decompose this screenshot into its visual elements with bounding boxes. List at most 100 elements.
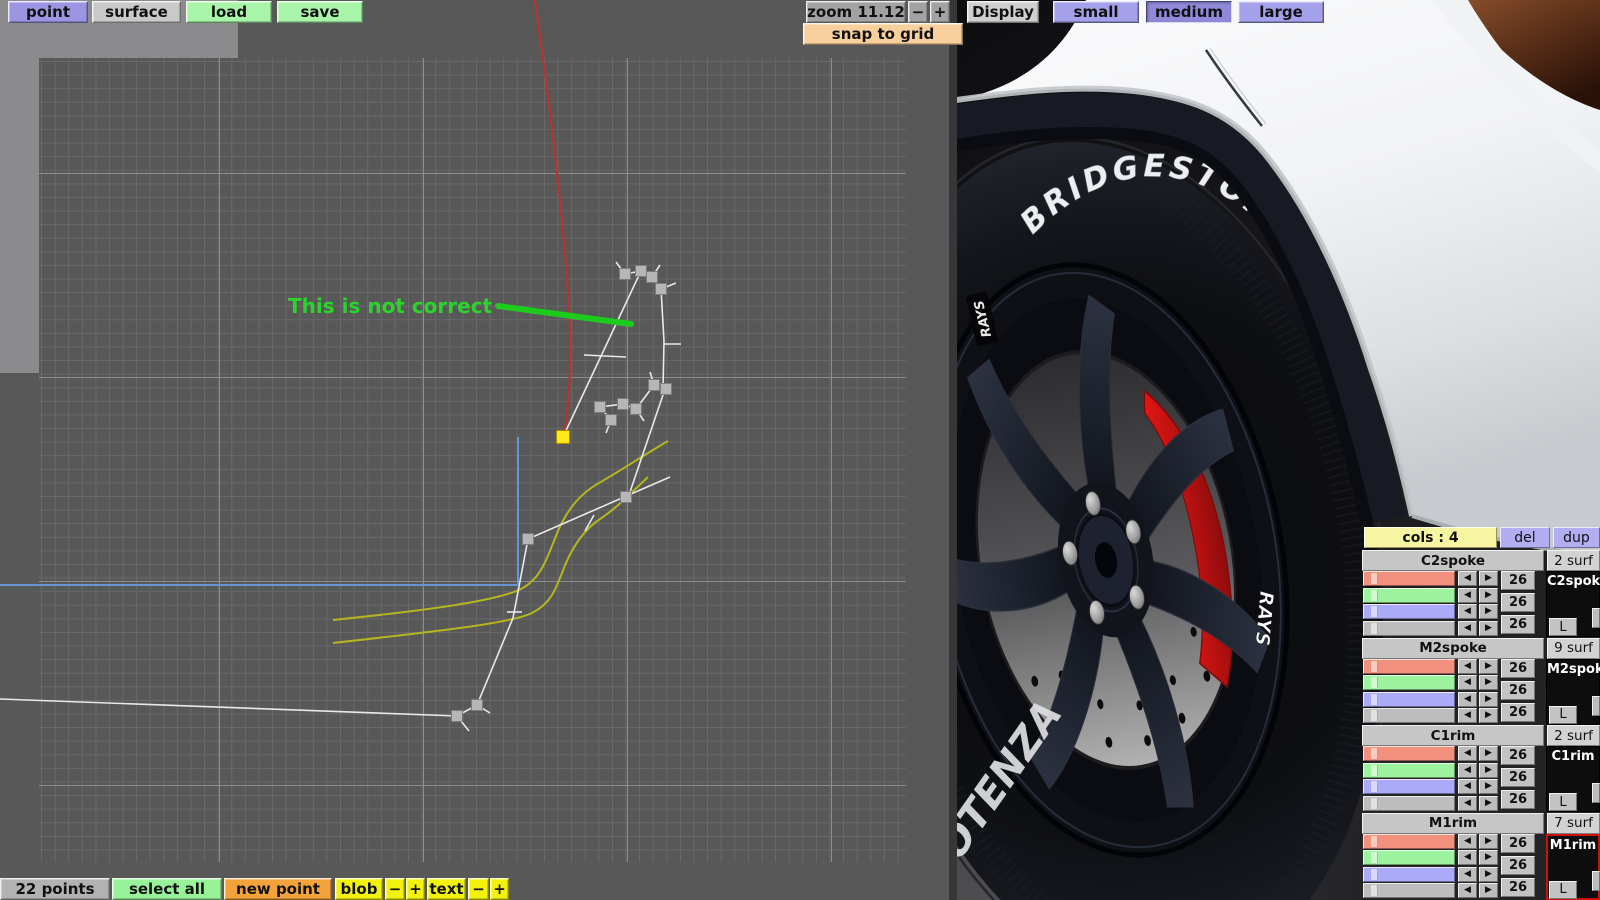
color-slider-2[interactable] <box>1363 779 1455 794</box>
step-right-button[interactable]: ▶ <box>1479 675 1498 690</box>
group-name-C1rim[interactable]: C1rim <box>1362 725 1544 746</box>
edge-button-partial[interactable] <box>1592 695 1600 716</box>
color-slider-2[interactable] <box>1363 866 1455 882</box>
step-left-button[interactable]: ◀ <box>1458 708 1477 723</box>
step-left-button[interactable]: ◀ <box>1458 587 1477 603</box>
group-name-M2spoke[interactable]: M2spoke <box>1362 637 1544 659</box>
step-left-button[interactable]: ◀ <box>1458 675 1477 690</box>
slider-handle[interactable] <box>1371 710 1378 721</box>
color-slider-3[interactable] <box>1363 795 1455 811</box>
value-field[interactable]: 26 <box>1501 593 1535 612</box>
snap-to-grid-button[interactable]: snap to grid <box>803 23 963 45</box>
step-left-button[interactable]: ◀ <box>1458 866 1477 882</box>
color-slider-2[interactable] <box>1363 691 1455 707</box>
editor-canvas[interactable]: This is not correct <box>0 0 949 900</box>
slider-handle[interactable] <box>1371 764 1378 776</box>
value-field[interactable]: 26 <box>1501 877 1535 897</box>
color-slider-1[interactable] <box>1363 762 1455 778</box>
lock-button[interactable]: L <box>1549 880 1577 899</box>
text-button[interactable]: text <box>427 878 466 900</box>
display-size-medium[interactable]: medium <box>1146 1 1232 23</box>
edge-button-partial[interactable] <box>1592 783 1600 803</box>
slider-handle[interactable] <box>1371 589 1378 601</box>
delete-button[interactable]: del <box>1500 527 1550 548</box>
slider-handle[interactable] <box>1371 781 1378 792</box>
step-left-button[interactable]: ◀ <box>1458 691 1477 707</box>
value-field[interactable]: 26 <box>1501 768 1535 787</box>
step-left-button[interactable]: ◀ <box>1458 850 1477 865</box>
value-field[interactable]: 26 <box>1501 833 1535 853</box>
color-slider-0[interactable] <box>1363 833 1455 849</box>
slider-handle[interactable] <box>1371 885 1378 896</box>
text-plus-button[interactable]: + <box>490 878 509 900</box>
step-left-button[interactable]: ◀ <box>1458 658 1477 674</box>
select-all-button[interactable]: select all <box>112 878 222 900</box>
color-slider-3[interactable] <box>1363 883 1455 898</box>
slider-handle[interactable] <box>1371 748 1378 759</box>
step-right-button[interactable]: ▶ <box>1479 571 1498 586</box>
color-slider-2[interactable] <box>1363 604 1455 619</box>
new-point-button[interactable]: new point <box>224 878 332 900</box>
group-name-C2spoke[interactable]: C2spoke <box>1362 550 1544 571</box>
display-size-large[interactable]: large <box>1238 1 1324 23</box>
step-right-button[interactable]: ▶ <box>1479 762 1498 778</box>
step-right-button[interactable]: ▶ <box>1479 779 1498 794</box>
step-left-button[interactable]: ◀ <box>1458 604 1477 619</box>
step-right-button[interactable]: ▶ <box>1479 883 1498 898</box>
step-left-button[interactable]: ◀ <box>1458 883 1477 898</box>
text-minus-button[interactable]: − <box>468 878 489 900</box>
step-right-button[interactable]: ▶ <box>1479 746 1498 761</box>
step-left-button[interactable]: ◀ <box>1458 620 1477 636</box>
color-slider-1[interactable] <box>1363 675 1455 690</box>
slider-handle[interactable] <box>1371 622 1378 634</box>
color-slider-0[interactable] <box>1363 571 1455 586</box>
color-slider-0[interactable] <box>1363 658 1455 674</box>
blob-minus-button[interactable]: − <box>385 878 405 900</box>
step-right-button[interactable]: ▶ <box>1479 795 1498 811</box>
duplicate-button[interactable]: dup <box>1553 527 1600 548</box>
value-field[interactable]: 26 <box>1501 680 1535 700</box>
slider-handle[interactable] <box>1371 677 1378 688</box>
color-slider-1[interactable] <box>1363 587 1455 603</box>
value-field[interactable]: 26 <box>1501 746 1535 765</box>
display-size-small[interactable]: small <box>1053 1 1139 23</box>
value-field[interactable]: 26 <box>1501 790 1535 809</box>
zoom-out-button[interactable]: − <box>908 1 928 23</box>
slider-handle[interactable] <box>1371 660 1378 672</box>
render-viewport[interactable]: BRIDGESTONE RAYS RAYS POTENZA <box>949 0 1600 900</box>
slider-handle[interactable] <box>1371 835 1378 847</box>
selected-point[interactable] <box>556 430 570 444</box>
cols-button[interactable]: cols : 4 <box>1364 527 1497 548</box>
lock-button[interactable]: L <box>1549 705 1577 724</box>
save-button[interactable]: save <box>277 1 363 23</box>
step-right-button[interactable]: ▶ <box>1479 587 1498 603</box>
value-field[interactable]: 26 <box>1501 855 1535 875</box>
zoom-in-button[interactable]: + <box>930 1 950 23</box>
surface-button[interactable]: surface <box>92 1 181 23</box>
step-left-button[interactable]: ◀ <box>1458 779 1477 794</box>
slider-handle[interactable] <box>1371 797 1378 809</box>
step-left-button[interactable]: ◀ <box>1458 746 1477 761</box>
control-points[interactable] <box>451 265 672 722</box>
lock-button[interactable]: L <box>1549 618 1577 636</box>
slider-handle[interactable] <box>1371 868 1378 880</box>
point-button[interactable]: point <box>8 1 88 23</box>
value-field[interactable]: 26 <box>1501 571 1535 590</box>
edge-button-partial[interactable] <box>1592 870 1600 891</box>
step-right-button[interactable]: ▶ <box>1479 604 1498 619</box>
load-button[interactable]: load <box>186 1 272 23</box>
color-slider-0[interactable] <box>1363 746 1455 761</box>
group-name-M1rim[interactable]: M1rim <box>1362 812 1544 834</box>
color-slider-3[interactable] <box>1363 620 1455 636</box>
step-right-button[interactable]: ▶ <box>1479 658 1498 674</box>
edge-button-partial[interactable] <box>1592 608 1600 628</box>
step-right-button[interactable]: ▶ <box>1479 833 1498 849</box>
value-field[interactable]: 26 <box>1501 658 1535 678</box>
step-right-button[interactable]: ▶ <box>1479 866 1498 882</box>
step-left-button[interactable]: ◀ <box>1458 795 1477 811</box>
blob-plus-button[interactable]: + <box>406 878 425 900</box>
slider-handle[interactable] <box>1371 852 1378 863</box>
slider-handle[interactable] <box>1371 573 1378 584</box>
blob-button[interactable]: blob <box>335 878 383 900</box>
step-left-button[interactable]: ◀ <box>1458 571 1477 586</box>
